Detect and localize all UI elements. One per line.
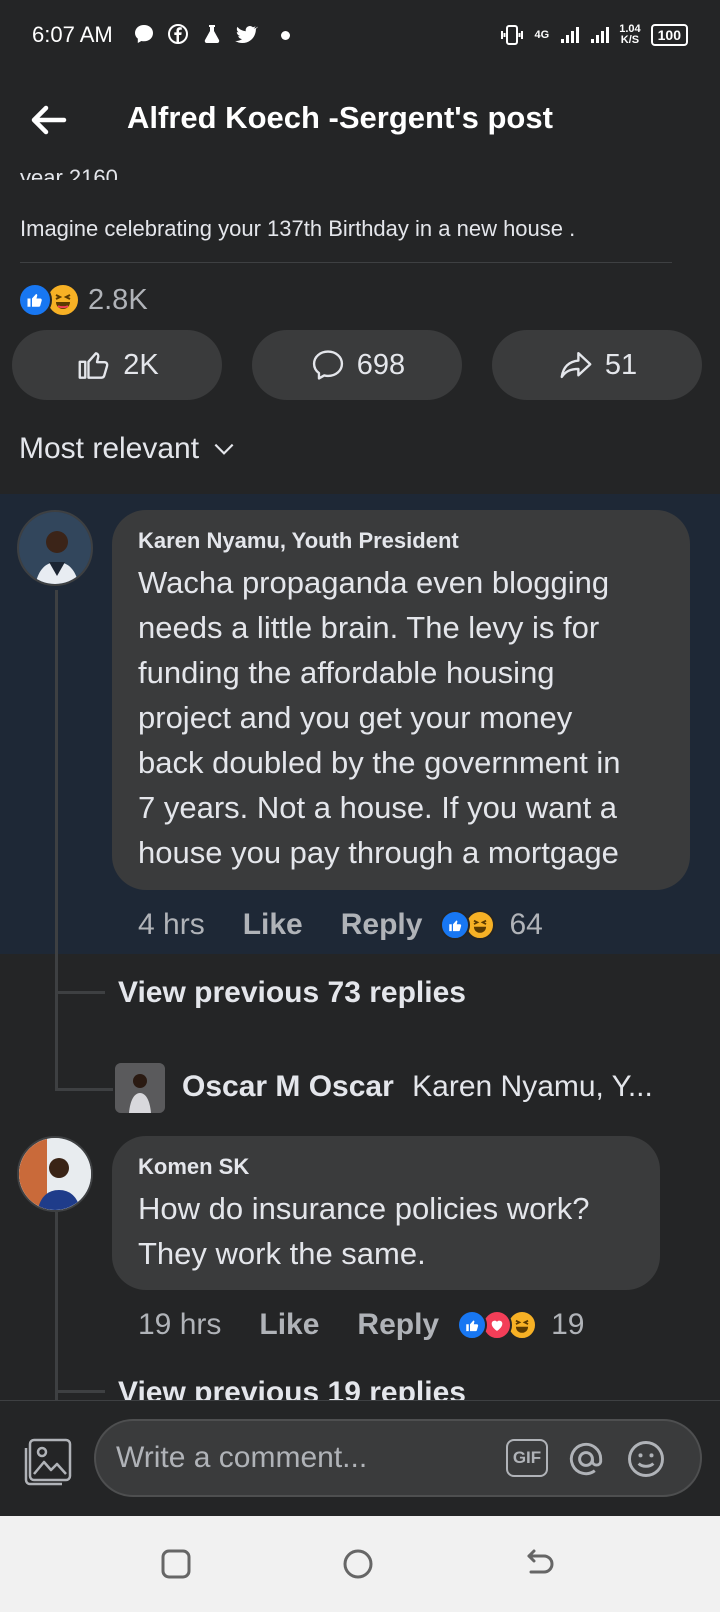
signal-icon-2 <box>591 27 610 43</box>
back-nav-icon[interactable] <box>524 1548 556 1580</box>
share-count: 51 <box>604 348 638 381</box>
like-count: 2K <box>123 348 159 381</box>
reaction-count: 2.8K <box>88 283 148 316</box>
battery-indicator: 100 <box>650 24 688 46</box>
reply-text: Karen Nyamu, Y... <box>412 1070 653 1103</box>
comment-reactions[interactable] <box>440 910 496 940</box>
profile-photo-komen <box>19 1138 91 1210</box>
twitter-icon <box>234 26 258 43</box>
like-reaction-icon <box>457 1310 488 1340</box>
more-notifications-dot <box>281 31 290 40</box>
view-previous-replies[interactable]: View previous 19 replies <box>118 1376 466 1400</box>
comment-like-button[interactable]: Like <box>259 1308 319 1342</box>
comment-line: funding the affordable housing <box>138 655 555 690</box>
mention-icon[interactable] <box>564 1437 608 1481</box>
post-text: Imagine celebrating your 137th Birthday … <box>20 216 576 241</box>
comment-button[interactable]: 698 <box>252 330 462 400</box>
chevron-down-icon <box>214 443 234 455</box>
thread-branch <box>55 1390 105 1393</box>
sort-label: Most relevant <box>19 432 200 465</box>
gif-label: GIF <box>512 1448 542 1467</box>
comment-time: 19 hrs <box>138 1308 222 1341</box>
page-title: Alfred Koech -Sergent's post <box>127 100 553 135</box>
profile-photo-oscar <box>115 1063 165 1113</box>
comment-line: 7 years. Not a house. If you want a <box>138 790 618 825</box>
gallery-icon[interactable] <box>22 1436 74 1488</box>
comment-meta: 4 hrs Like Reply 64 <box>138 905 543 945</box>
like-reaction-icon <box>18 283 52 317</box>
comment-line: house you pay through a mortgage <box>138 835 619 870</box>
comment-bubble[interactable]: Komen SK How do insurance policies work?… <box>112 1136 660 1290</box>
network-label: 4G <box>534 29 550 41</box>
comment-input[interactable] <box>116 1435 486 1481</box>
flask-icon <box>204 25 220 43</box>
comment-line: needs a little brain. The levy is for <box>138 610 600 645</box>
gif-button[interactable]: GIF <box>506 1439 548 1477</box>
comment-line: back doubled by the government in <box>138 745 621 780</box>
comment-input-container[interactable]: GIF <box>94 1419 702 1497</box>
speed-indicator: 1.04 K/S <box>619 24 640 46</box>
comment-text: Wacha propaganda even blogging needs a l… <box>138 560 664 875</box>
reaction-summary[interactable]: 2.8K <box>18 280 148 320</box>
post-text-cut: year 2160. <box>20 165 124 180</box>
facebook-icon <box>168 24 188 44</box>
comment-meta: 19 hrs Like Reply 19 <box>138 1305 585 1345</box>
like-button[interactable]: 2K <box>12 330 222 400</box>
comment-time: 4 hrs <box>138 908 205 941</box>
thumbs-up-icon <box>78 352 109 379</box>
speed-unit: K/S <box>620 34 640 46</box>
signal-icon <box>561 27 580 43</box>
avatar[interactable] <box>17 510 93 586</box>
comment-reaction-count: 19 <box>551 1308 585 1341</box>
comment-like-button[interactable]: Like <box>243 908 303 942</box>
share-arrow-icon <box>560 351 592 379</box>
thread-branch <box>55 991 105 994</box>
home-icon[interactable] <box>342 1548 374 1580</box>
vibrate-icon <box>500 25 523 45</box>
comment-author[interactable]: Komen SK <box>138 1154 634 1180</box>
messenger-icon <box>135 25 153 43</box>
share-button[interactable]: 51 <box>492 330 702 400</box>
thread-line <box>55 1212 58 1400</box>
status-right: 4G 1.04 K/S 100 <box>499 22 688 48</box>
back-arrow-icon[interactable] <box>26 98 70 142</box>
comment-reactions[interactable] <box>457 1310 538 1340</box>
comment-line: Wacha propaganda even blogging <box>138 565 610 600</box>
thread-line <box>55 590 58 1091</box>
comment-author[interactable]: Karen Nyamu, Youth President <box>138 528 664 554</box>
like-reaction-icon <box>440 910 471 940</box>
avatar-small[interactable] <box>115 1063 165 1113</box>
view-previous-replies-clip: View previous 19 replies <box>118 1376 466 1400</box>
thread-branch <box>55 1088 113 1091</box>
comment-count: 698 <box>356 348 406 381</box>
divider <box>20 262 672 263</box>
comment-line: They work the same. <box>138 1236 426 1271</box>
comment-text: How do insurance policies work? They wor… <box>138 1186 634 1276</box>
view-previous-replies[interactable]: View previous 73 replies <box>118 976 466 1010</box>
comment-line: How do insurance policies work? <box>138 1191 590 1226</box>
avatar[interactable] <box>17 1136 93 1212</box>
reply-preview[interactable]: Oscar M Oscar Karen Nyamu, Y... <box>182 1070 653 1104</box>
comment-reaction-count: 64 <box>509 908 543 941</box>
comment-reply-button[interactable]: Reply <box>341 908 423 942</box>
recent-apps-icon[interactable] <box>160 1548 192 1580</box>
sort-dropdown[interactable]: Most relevant <box>19 432 237 466</box>
emoji-icon[interactable] <box>624 1437 668 1481</box>
comment-bubble[interactable]: Karen Nyamu, Youth President Wacha propa… <box>112 510 690 890</box>
comment-bubble-icon <box>312 350 343 380</box>
reply-author: Oscar M Oscar <box>182 1070 394 1103</box>
comment-line: project and you get your money <box>138 700 573 735</box>
comment-reply-button[interactable]: Reply <box>357 1308 439 1342</box>
status-time: 6:07 AM <box>32 22 113 47</box>
